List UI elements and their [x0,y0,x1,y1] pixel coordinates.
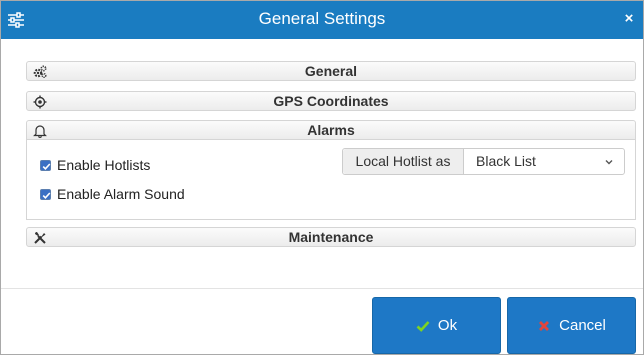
section-general-header[interactable]: General [26,61,636,81]
local-hotlist-value: Black List [476,153,536,169]
section-gps-header[interactable]: GPS Coordinates [26,91,636,111]
enable-alarm-sound-label: Enable Alarm Sound [57,186,185,202]
enable-alarm-sound-checkbox[interactable] [40,188,51,200]
section-gps-label: GPS Coordinates [273,93,389,109]
section-general-label: General [304,63,358,79]
general-settings-dialog: General Settings × General GPS Coordinat… [0,0,644,355]
section-alarms-label: Alarms [307,122,355,138]
local-hotlist-select[interactable]: Black List [464,149,624,174]
chevron-down-icon [605,160,613,165]
close-icon[interactable]: × [619,9,639,29]
section-maintenance-header[interactable]: Maintenance [26,227,636,247]
enable-hotlists-option[interactable]: Enable Hotlists [40,156,150,174]
cancel-button-label: Cancel [559,317,606,334]
checkmark-icon [416,320,430,332]
footer-divider [1,288,643,289]
close-x-icon [539,320,550,331]
ok-button-label: Ok [437,317,458,334]
enable-hotlists-label: Enable Hotlists [57,157,151,173]
section-maintenance-label: Maintenance [288,229,374,245]
dialog-title: General Settings [258,9,386,28]
cancel-button[interactable]: Cancel [507,297,636,354]
enable-hotlists-checkbox[interactable] [40,159,51,171]
alarms-panel: Enable Hotlists Enable Alarm Sound Local… [26,140,636,220]
ok-button[interactable]: Ok [372,297,501,354]
title-bar: General Settings × [1,1,643,39]
enable-alarm-sound-option[interactable]: Enable Alarm Sound [40,185,185,203]
local-hotlist-select-group: Local Hotlist as Black List [342,148,625,175]
section-alarms-header[interactable]: Alarms [26,120,636,140]
local-hotlist-label: Local Hotlist as [343,149,464,174]
